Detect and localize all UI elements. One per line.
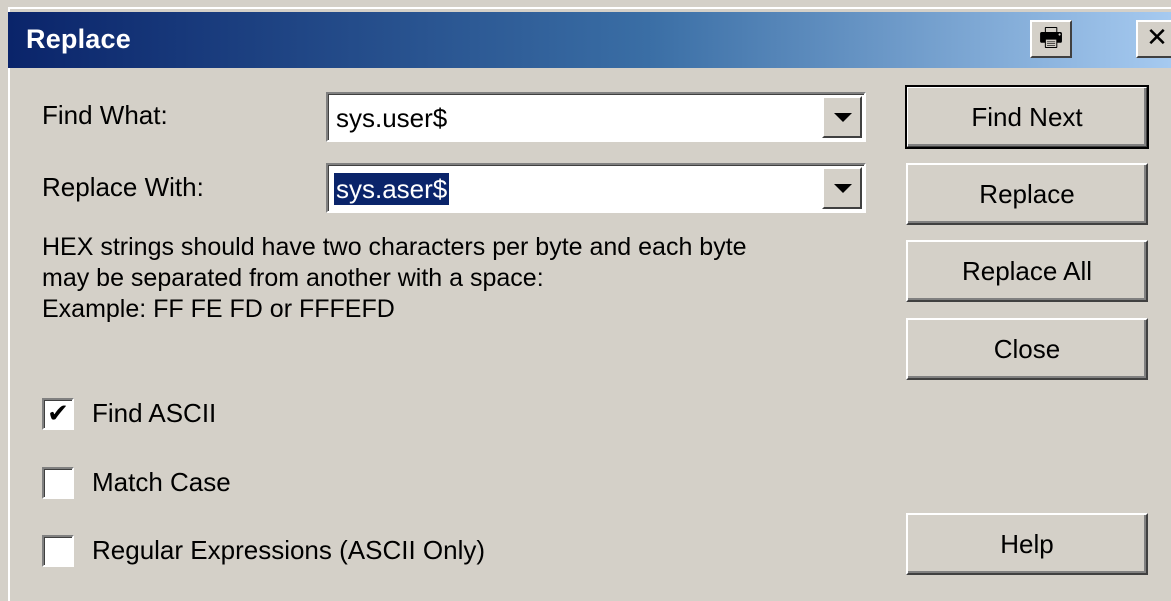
hex-help-text: HEX strings should have two characters p… bbox=[42, 232, 747, 325]
dialog-title: Replace bbox=[26, 24, 131, 54]
find-what-combo[interactable]: sys.user$ bbox=[326, 92, 866, 142]
print-icon[interactable]: 🖶 bbox=[1030, 20, 1072, 58]
title-bar[interactable]: Replace 🖶 ✕ bbox=[8, 12, 1171, 68]
help-line: may be separated from another with a spa… bbox=[42, 264, 544, 292]
chevron-down-icon[interactable] bbox=[822, 167, 862, 209]
replace-button[interactable]: Replace bbox=[906, 163, 1148, 225]
match-case-label[interactable]: Match Case bbox=[92, 467, 231, 498]
replace-all-button[interactable]: Replace All bbox=[906, 240, 1148, 302]
find-ascii-checkbox[interactable]: ✔ bbox=[42, 398, 74, 430]
find-what-input[interactable]: sys.user$ bbox=[334, 102, 449, 134]
replace-with-combo[interactable]: sys.aser$ bbox=[326, 163, 866, 213]
help-line: Example: FF FE FD or FFFEFD bbox=[42, 295, 395, 323]
close-button[interactable]: Close bbox=[906, 318, 1148, 380]
replace-with-input[interactable]: sys.aser$ bbox=[334, 173, 450, 205]
regex-label[interactable]: Regular Expressions (ASCII Only) bbox=[92, 535, 485, 566]
regex-checkbox[interactable] bbox=[42, 535, 74, 567]
find-ascii-label[interactable]: Find ASCII bbox=[92, 398, 216, 429]
match-case-checkbox[interactable] bbox=[42, 467, 74, 499]
replace-with-label: Replace With: bbox=[42, 172, 204, 202]
close-icon[interactable]: ✕ bbox=[1136, 20, 1171, 58]
find-next-button[interactable]: Find Next bbox=[905, 85, 1149, 149]
help-line: HEX strings should have two characters p… bbox=[42, 233, 747, 261]
help-button[interactable]: Help bbox=[906, 513, 1148, 575]
find-what-label: Find What: bbox=[42, 100, 168, 130]
chevron-down-icon[interactable] bbox=[822, 96, 862, 138]
